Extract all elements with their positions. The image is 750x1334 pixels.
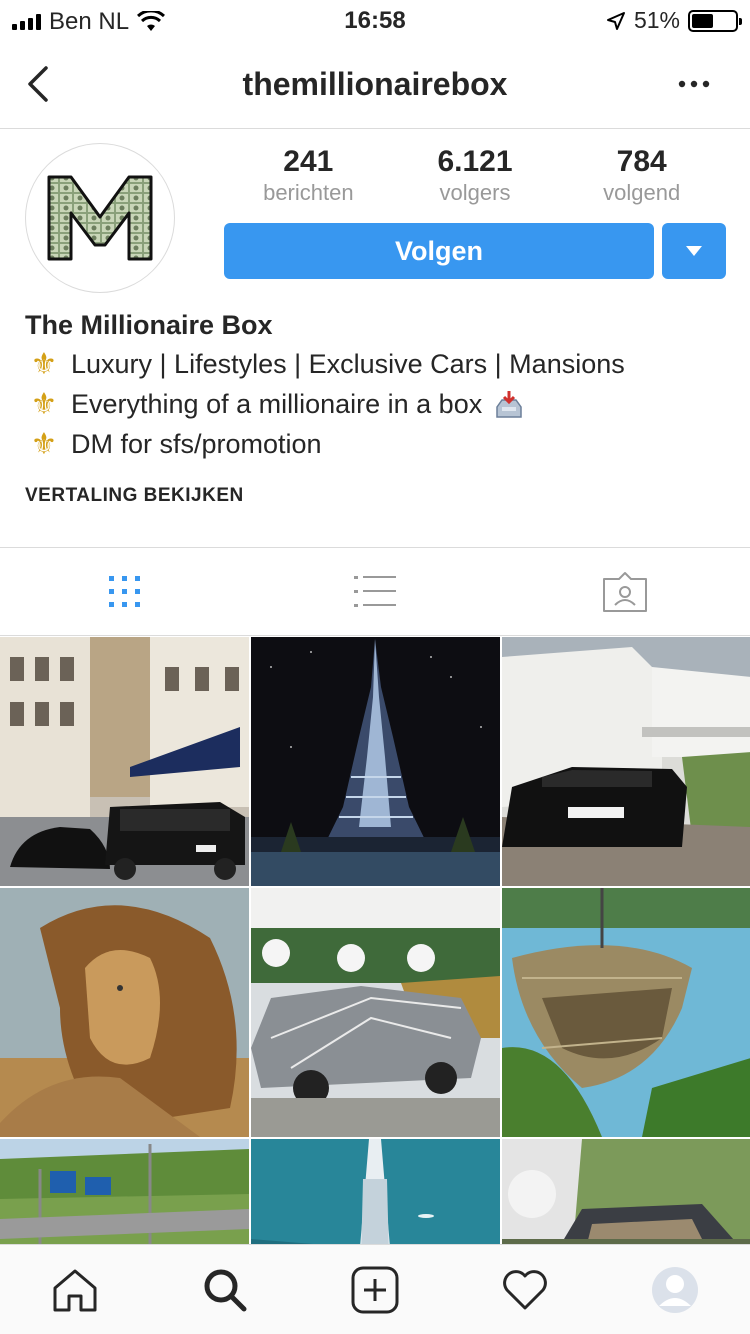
battery-percent: 51%	[633, 7, 680, 33]
bio-line-1: ⚜ Luxury | Lifestyles | Exclusive Cars |…	[25, 347, 625, 382]
heart-icon	[503, 1269, 547, 1309]
profile-stats: 241 berichten 6.121 volgers 784 volgend	[225, 145, 725, 207]
list-icon	[354, 575, 396, 607]
post-thumbnail[interactable]	[502, 1139, 750, 1244]
following-label: volgend	[603, 180, 681, 205]
following-count: 784	[616, 145, 667, 178]
followers-label: volgers	[439, 180, 511, 205]
followers-count: 6.121	[437, 145, 513, 178]
search-icon	[204, 1269, 247, 1311]
status-right: 51%	[606, 7, 742, 34]
suggestions-dropdown-button[interactable]	[662, 223, 726, 279]
posts-count: 241	[283, 145, 334, 178]
bio-text-2: Everything of a millionaire in a box	[71, 389, 483, 419]
posts-grid	[0, 637, 750, 1244]
post-thumbnail[interactable]	[251, 1139, 500, 1244]
stat-followers[interactable]: 6.121 volgers	[392, 145, 559, 207]
tab-home[interactable]	[0, 1245, 150, 1334]
tab-grid[interactable]	[0, 548, 250, 635]
tagged-icon	[603, 571, 647, 612]
fleur-de-lis-icon: ⚜	[30, 388, 58, 421]
fleur-de-lis-icon: ⚜	[30, 428, 58, 461]
post-thumbnail[interactable]	[0, 637, 249, 886]
battery-icon	[688, 9, 742, 32]
millionaire-box-logo-icon	[47, 175, 153, 261]
bio-line-3: ⚜ DM for sfs/promotion	[25, 427, 322, 462]
fleur-de-lis-icon: ⚜	[30, 348, 58, 381]
nav-bar: themillionairebox	[0, 40, 750, 129]
more-options-icon[interactable]	[674, 72, 714, 96]
bio-line-2: ⚜ Everything of a millionaire in a box	[25, 387, 524, 422]
tab-list[interactable]	[250, 548, 500, 635]
post-thumbnail[interactable]	[251, 888, 500, 1137]
follow-button[interactable]: Volgen	[224, 223, 654, 279]
profile-tabs	[0, 547, 750, 636]
status-bar: Ben NL 16:58 51%	[0, 0, 750, 40]
inbox-tray-icon	[496, 390, 522, 418]
tab-profile[interactable]	[600, 1245, 750, 1334]
location-arrow-icon	[606, 11, 625, 30]
grid-icon	[109, 575, 140, 607]
post-thumbnail[interactable]	[251, 637, 500, 886]
tab-new-post[interactable]	[300, 1245, 450, 1334]
profile-display-name: The Millionaire Box	[25, 310, 273, 340]
stat-posts[interactable]: 241 berichten	[225, 145, 392, 207]
see-translation-link[interactable]: VERTALING BEKIJKEN	[25, 485, 244, 507]
bio-text-3: DM for sfs/promotion	[71, 429, 322, 459]
tab-activity[interactable]	[450, 1245, 600, 1334]
bottom-tab-bar	[0, 1244, 750, 1334]
stat-following[interactable]: 784 volgend	[558, 145, 725, 207]
tab-tagged[interactable]	[500, 548, 750, 635]
profile-avatar-icon	[652, 1266, 698, 1313]
profile-username-title: themillionairebox	[242, 66, 508, 102]
post-thumbnail[interactable]	[0, 1139, 249, 1244]
post-thumbnail[interactable]	[502, 637, 750, 886]
caret-down-icon	[686, 246, 702, 256]
post-thumbnail[interactable]	[0, 888, 249, 1137]
profile-avatar[interactable]	[25, 143, 175, 293]
home-icon	[53, 1269, 97, 1311]
add-post-icon	[351, 1266, 399, 1313]
tab-search[interactable]	[150, 1245, 300, 1334]
posts-label: berichten	[263, 180, 354, 205]
post-thumbnail[interactable]	[502, 888, 750, 1137]
bio-text-1: Luxury | Lifestyles | Exclusive Cars | M…	[71, 349, 625, 379]
